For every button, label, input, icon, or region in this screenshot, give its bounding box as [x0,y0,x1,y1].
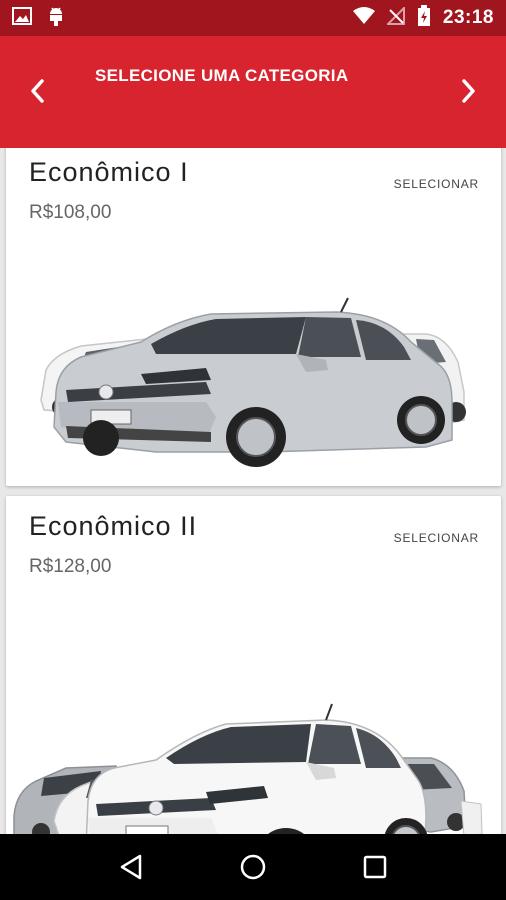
status-bar: 23:18 [0,0,506,36]
category-price: R$108,00 [29,202,112,223]
chevron-right-icon [462,79,475,103]
no-signal-icon [385,5,405,30]
recents-button[interactable] [355,847,395,887]
home-circle-icon [240,854,266,880]
prev-category-button[interactable] [22,76,52,106]
recents-square-icon [363,855,387,879]
system-navigation-bar [0,834,506,900]
wifi-icon [352,6,375,30]
back-triangle-icon [120,854,142,880]
select-button[interactable]: SELECIONAR [394,531,479,545]
category-name: Econômico II [29,511,198,541]
image-icon [12,6,32,31]
category-card[interactable]: Econômico I R$108,00 SELECIONAR [6,148,501,486]
next-category-button[interactable] [454,76,484,106]
android-icon [46,5,66,32]
page-title: SELECIONE UMA CATEGORIA [95,66,349,85]
category-card[interactable]: Econômico II R$128,00 SELECIONAR [6,496,501,834]
category-name: Econômico I [29,157,189,187]
car-image [13,703,483,834]
status-time: 23:18 [442,7,494,28]
back-button[interactable] [111,847,151,887]
select-button[interactable]: SELECIONAR [394,177,479,191]
app-bar: SELECIONE UMA CATEGORIA [0,36,506,148]
battery-charging-icon [417,4,431,32]
chevron-left-icon [31,79,44,103]
category-price: R$128,00 [29,556,112,577]
category-list[interactable]: Econômico I R$108,00 SELECIONAR Econômic… [0,148,506,834]
car-image [40,297,466,467]
home-button[interactable] [233,847,273,887]
